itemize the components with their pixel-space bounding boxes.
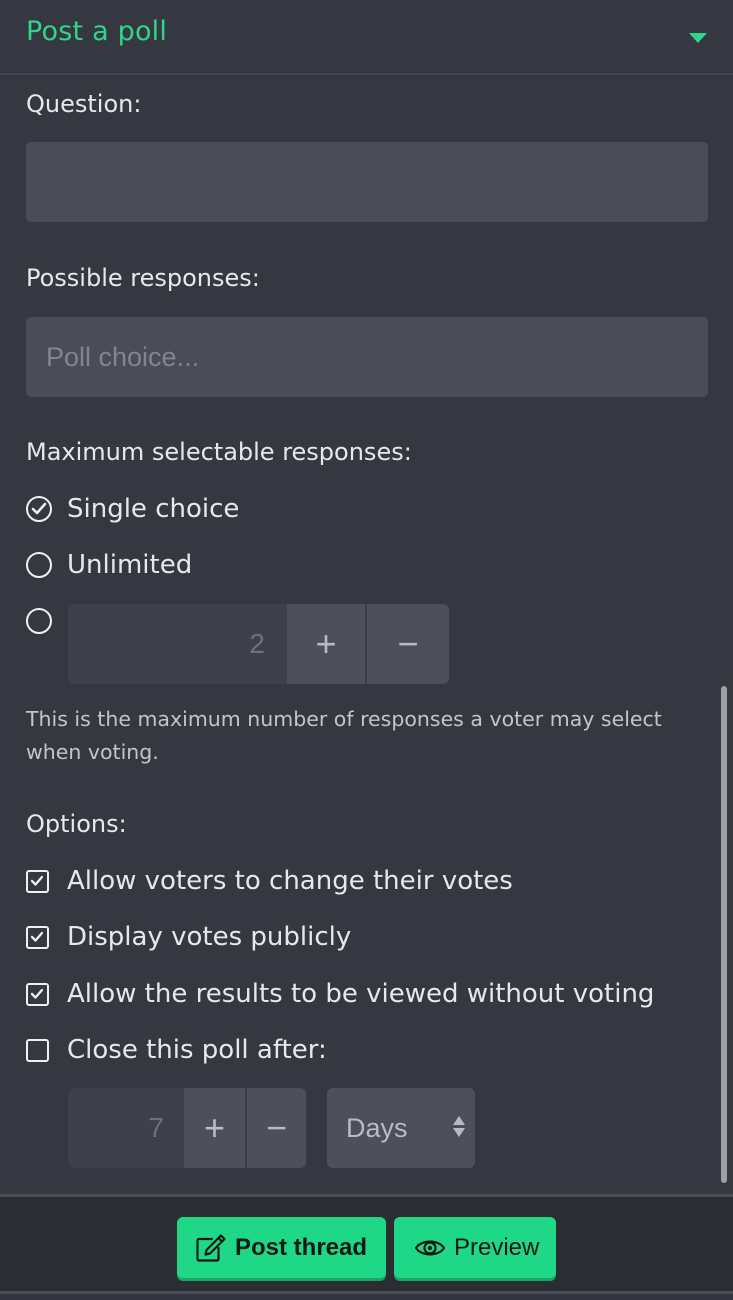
radio-unlimited[interactable]: Unlimited	[26, 550, 192, 580]
poll-choice-input[interactable]	[26, 317, 708, 397]
max-selectable-label: Maximum selectable responses:	[26, 438, 412, 466]
select-value: Days	[346, 1112, 408, 1143]
edit-icon	[196, 1233, 226, 1262]
poll-section-title: Post a poll	[26, 16, 168, 47]
max-responses-stepper[interactable]: + −	[68, 604, 449, 684]
radio-single-choice[interactable]: Single choice	[26, 494, 239, 524]
checkbox-checked-icon[interactable]	[26, 925, 49, 949]
checkbox-checked-icon[interactable]	[26, 982, 49, 1006]
option-allow-change-votes[interactable]: Allow voters to change their votes	[26, 866, 513, 896]
checkbox-label: Close this poll after:	[67, 1035, 327, 1065]
form-footer: Post thread Preview	[0, 1194, 733, 1294]
close-after-stepper[interactable]: + −	[68, 1088, 306, 1168]
poll-section-header[interactable]: Post a poll	[0, 0, 733, 75]
radio-checked-icon[interactable]	[26, 496, 52, 522]
options-label: Options:	[26, 810, 127, 838]
question-label: Question:	[26, 90, 142, 118]
option-close-poll-after[interactable]: Close this poll after:	[26, 1035, 327, 1065]
option-view-results-without-voting[interactable]: Allow the results to be viewed without v…	[26, 979, 654, 1009]
checkbox-label: Display votes publicly	[67, 922, 352, 952]
checkbox-label: Allow the results to be viewed without v…	[67, 979, 655, 1009]
post-thread-label: Post thread	[235, 1233, 368, 1261]
bottom-edge	[0, 1294, 733, 1300]
question-input[interactable]	[26, 142, 708, 222]
post-thread-button[interactable]: Post thread	[177, 1217, 386, 1278]
preview-label: Preview	[454, 1233, 540, 1261]
close-after-unit-select[interactable]: Days	[327, 1088, 475, 1168]
radio-unchecked-icon[interactable]	[26, 608, 52, 634]
eye-icon	[414, 1240, 446, 1255]
max-responses-input[interactable]	[68, 604, 287, 684]
responses-label: Possible responses:	[26, 264, 260, 292]
increment-button[interactable]: +	[287, 604, 365, 684]
checkbox-checked-icon[interactable]	[26, 869, 49, 893]
close-after-input[interactable]	[68, 1088, 184, 1168]
checkbox-unchecked-icon[interactable]	[26, 1038, 49, 1062]
radio-custom[interactable]	[26, 608, 52, 634]
caret-down-icon[interactable]	[689, 33, 707, 43]
option-display-votes-publicly[interactable]: Display votes publicly	[26, 922, 351, 952]
increment-button[interactable]: +	[184, 1088, 245, 1168]
radio-unchecked-icon[interactable]	[26, 552, 52, 578]
select-arrows-icon	[453, 1116, 465, 1140]
radio-label: Unlimited	[67, 550, 193, 580]
decrement-button[interactable]: −	[367, 604, 449, 684]
checkbox-label: Allow voters to change their votes	[67, 866, 513, 896]
decrement-button[interactable]: −	[247, 1088, 306, 1168]
preview-button[interactable]: Preview	[394, 1217, 556, 1278]
scrollbar[interactable]	[721, 686, 727, 1183]
max-responses-help-text: This is the maximum number of responses …	[26, 707, 662, 764]
radio-label: Single choice	[67, 494, 240, 524]
